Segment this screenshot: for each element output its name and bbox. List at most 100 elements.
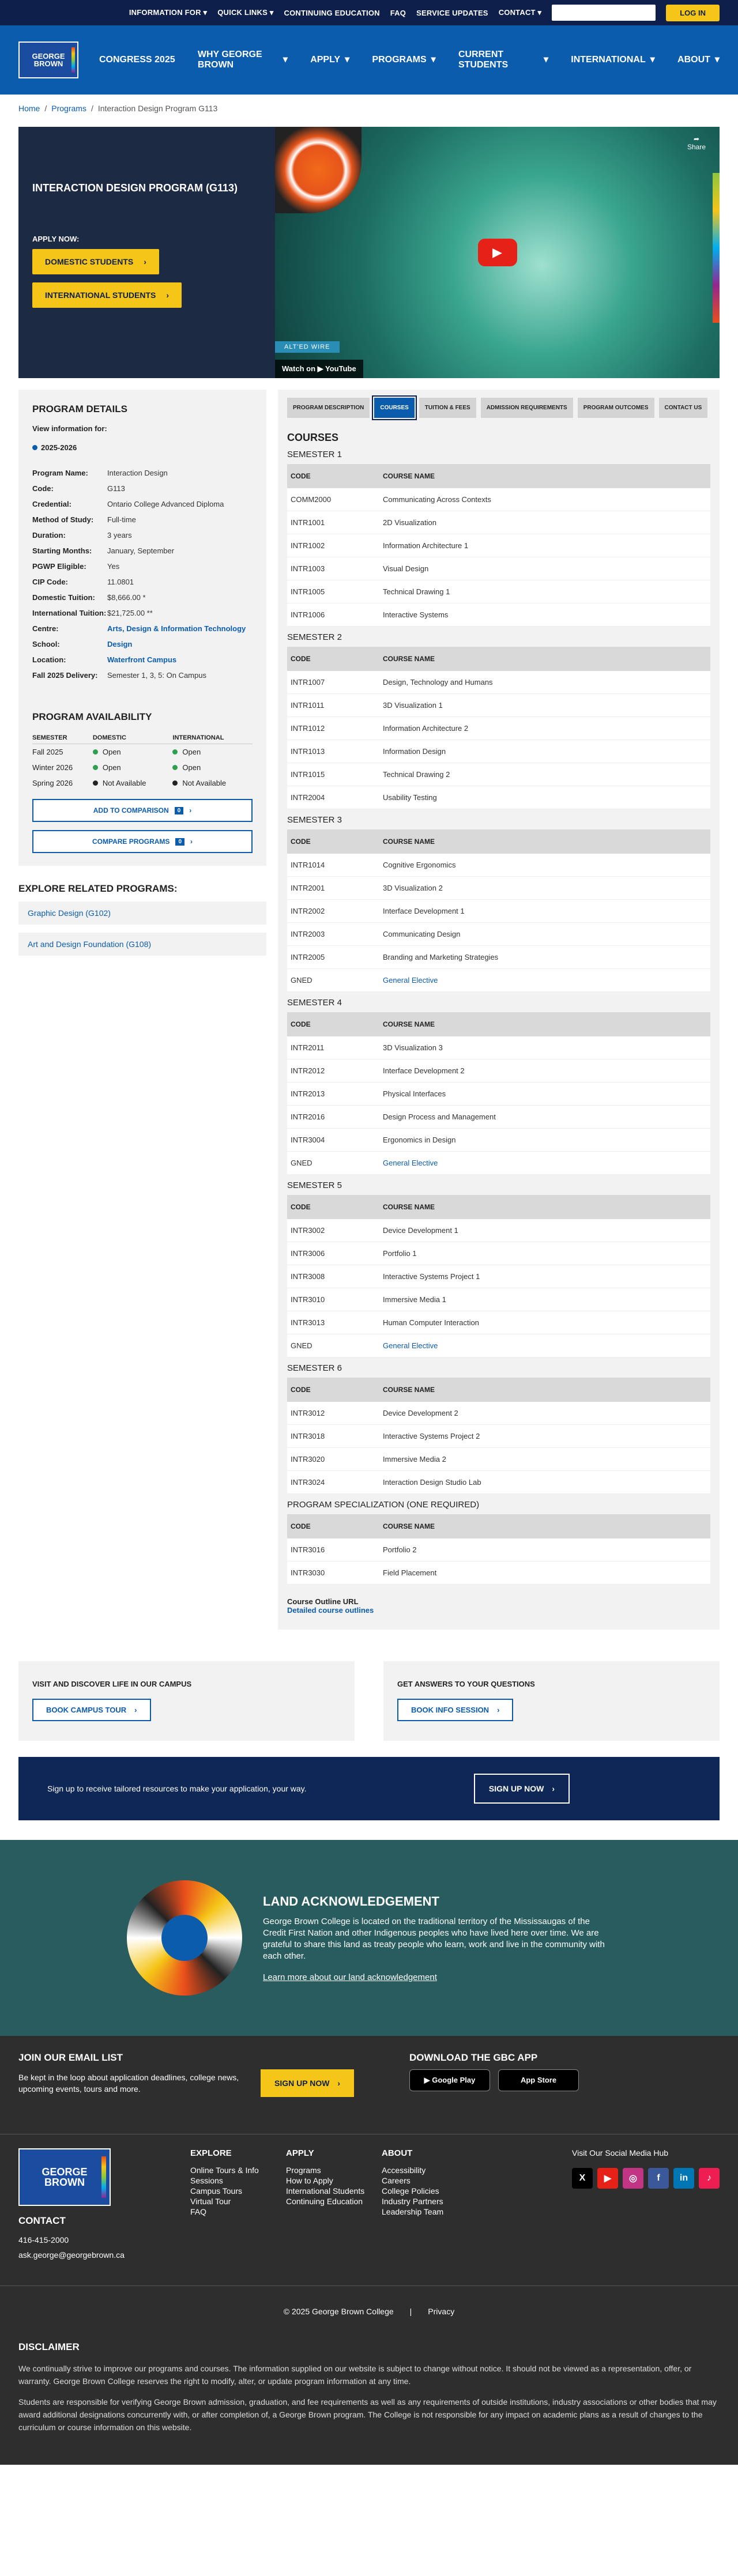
- general-elective-link[interactable]: General Elective: [383, 1341, 438, 1350]
- play-button[interactable]: ▶: [477, 239, 517, 266]
- nav-item[interactable]: APPLY ▾: [310, 50, 349, 70]
- tab-tuition-fees[interactable]: TUITION & FEES: [419, 398, 476, 418]
- topbar-continuing-education[interactable]: CONTINUING EDUCATION: [284, 9, 379, 17]
- instagram-icon[interactable]: ◎: [623, 2168, 643, 2189]
- footer-link[interactable]: College Policies: [382, 2186, 477, 2196]
- tab-contact-us[interactable]: CONTACT US: [658, 398, 708, 418]
- course-name: Technical Drawing 1: [379, 580, 710, 604]
- nav-item[interactable]: INTERNATIONAL ▾: [571, 50, 655, 70]
- book-info-session-button[interactable]: BOOK INFO SESSION ›: [397, 1699, 514, 1721]
- detail-row: Centre: Arts, Design & Information Techno…: [32, 624, 253, 633]
- contact-email[interactable]: ask.george@georgebrown.ca: [18, 2247, 190, 2262]
- sign-up-now-button[interactable]: SIGN UP NOW ›: [473, 1774, 570, 1804]
- app-store-badge[interactable]: App Store: [498, 2069, 579, 2091]
- status-cell: Not Available: [92, 775, 173, 791]
- detail-row: Program Name: Interaction Design: [32, 468, 253, 478]
- nav-item[interactable]: PROGRAMS ▾: [372, 50, 435, 70]
- footer-link[interactable]: Leadership Team: [382, 2207, 477, 2217]
- footer-link[interactable]: International Students: [286, 2186, 382, 2196]
- footer-link[interactable]: Programs: [286, 2165, 382, 2175]
- course-name: 2D Visualization: [379, 511, 710, 534]
- logo-color-bars: [71, 47, 75, 73]
- topbar-service-updates[interactable]: SERVICE UPDATES: [416, 9, 488, 17]
- tab-program-description[interactable]: PROGRAM DESCRIPTION: [287, 398, 370, 418]
- related-program-link[interactable]: Art and Design Foundation (G108): [18, 933, 266, 956]
- footer-link[interactable]: Continuing Education: [286, 2196, 382, 2207]
- land-link[interactable]: Learn more about our land acknowledgemen…: [263, 1972, 437, 1982]
- col-code: CODE: [287, 464, 379, 488]
- footer-link[interactable]: Industry Partners: [382, 2196, 477, 2207]
- footer-link[interactable]: FAQ: [190, 2207, 286, 2217]
- program-video[interactable]: ➦ Share ▶ ALT'ED WIRE Watch on ▶ YouTube: [275, 127, 720, 378]
- footer-link[interactable]: Online Tours & Info Sessions: [190, 2165, 286, 2186]
- footer-logo[interactable]: GEORGE BROWN: [18, 2148, 111, 2206]
- breadcrumb-home[interactable]: Home: [18, 104, 40, 113]
- tab-program-outcomes[interactable]: PROGRAM OUTCOMES: [577, 398, 654, 418]
- year-radio[interactable]: 2025-2026: [32, 443, 253, 452]
- semester-title: SEMESTER 5: [287, 1180, 342, 1190]
- chevron-right-icon: ›: [134, 1706, 137, 1714]
- youtube-icon[interactable]: ▶: [597, 2168, 618, 2189]
- topbar-faq[interactable]: FAQ: [390, 9, 406, 17]
- general-elective-link[interactable]: General Elective: [383, 1159, 438, 1167]
- course-code: INTR3024: [287, 1470, 379, 1494]
- course-name: Portfolio 2: [379, 1538, 710, 1562]
- x-icon[interactable]: X: [572, 2168, 593, 2189]
- footer-link[interactable]: Virtual Tour: [190, 2196, 286, 2207]
- social-heading[interactable]: Visit Our Social Media Hub: [572, 2148, 720, 2158]
- course-row: INTR3013 Human Computer Interaction: [287, 1311, 710, 1334]
- info-session-box: GET ANSWERS TO YOUR QUESTIONS BOOK INFO …: [383, 1661, 720, 1741]
- land-acknowledgement: LAND ACKNOWLEDGEMENT George Brown Colleg…: [0, 1840, 738, 2036]
- detail-value[interactable]: Arts, Design & Information Technology: [107, 624, 246, 633]
- book-campus-tour-button[interactable]: BOOK CAMPUS TOUR ›: [32, 1699, 151, 1721]
- program-tabs: PROGRAM DESCRIPTION COURSES TUITION & FEES…: [287, 395, 710, 420]
- col-code: CODE: [287, 1195, 379, 1219]
- related-program-link[interactable]: Graphic Design (G102): [18, 902, 266, 925]
- linkedin-icon[interactable]: in: [673, 2168, 694, 2189]
- privacy-link[interactable]: Privacy: [428, 2307, 454, 2316]
- email-sign-up-button[interactable]: SIGN UP NOW ›: [261, 2069, 355, 2097]
- contact-phone[interactable]: 416-415-2000: [18, 2232, 190, 2247]
- nav-item[interactable]: CURRENT STUDENTS ▾: [458, 50, 548, 70]
- nav-item[interactable]: WHY GEORGE BROWN ▾: [198, 50, 288, 70]
- tiktok-icon[interactable]: ♪: [699, 2168, 720, 2189]
- nav-item-label: APPLY: [310, 55, 341, 65]
- login-button[interactable]: LOG IN: [666, 4, 720, 21]
- logo-line2: BROWN: [33, 59, 63, 68]
- course-code: GNED: [287, 1151, 379, 1175]
- footer-link[interactable]: How to Apply: [286, 2175, 382, 2186]
- course-code: INTR2016: [287, 1105, 379, 1129]
- george-brown-logo[interactable]: GEORGE BROWN: [18, 42, 78, 78]
- detail-value[interactable]: Design: [107, 639, 132, 649]
- add-to-comparison-button[interactable]: ADD TO COMPARISON 0 ›: [32, 799, 253, 822]
- google-play-badge[interactable]: ▶ Google Play: [409, 2069, 490, 2091]
- detail-value[interactable]: Waterfront Campus: [107, 655, 176, 665]
- detail-key: PGWP Eligible:: [32, 562, 86, 571]
- tab-admission-requirements[interactable]: ADMISSION REQUIREMENTS: [480, 398, 573, 418]
- share-button[interactable]: ➦ Share: [687, 135, 706, 151]
- search-input[interactable]: [552, 5, 656, 21]
- status-text: Not Available: [182, 779, 227, 787]
- nav-item-label: CONGRESS 2025: [99, 55, 175, 65]
- footer-link[interactable]: Campus Tours: [190, 2186, 286, 2196]
- general-elective-link[interactable]: General Elective: [383, 976, 438, 985]
- topbar-quick-links[interactable]: QUICK LINKS ▾: [217, 8, 273, 17]
- breadcrumb-programs[interactable]: Programs: [51, 104, 86, 113]
- detail-key: Centre:: [32, 624, 59, 633]
- tab-courses[interactable]: COURSES: [372, 395, 417, 420]
- topbar-information-for[interactable]: INFORMATION FOR ▾: [129, 8, 207, 17]
- topbar-contact[interactable]: CONTACT ▾: [499, 8, 542, 17]
- status-text: Open: [182, 748, 201, 756]
- nav-item[interactable]: ABOUT ▾: [677, 50, 720, 70]
- nav-item[interactable]: CONGRESS 2025: [99, 50, 175, 70]
- detail-row: Fall 2025 Delivery: Semester 1, 3, 5: On …: [32, 670, 253, 680]
- semester-cell: Spring 2026: [32, 779, 73, 787]
- footer-link[interactable]: Accessibility: [382, 2165, 477, 2175]
- domestic-students-button[interactable]: DOMESTIC STUDENTS ›: [32, 249, 159, 274]
- footer-link[interactable]: Careers: [382, 2175, 477, 2186]
- facebook-icon[interactable]: f: [648, 2168, 669, 2189]
- watch-on-youtube[interactable]: Watch on ▶ YouTube: [275, 360, 363, 378]
- course-outline-link[interactable]: Detailed course outlines: [287, 1606, 710, 1615]
- compare-programs-button[interactable]: COMPARE PROGRAMS 0 ›: [32, 830, 253, 853]
- international-students-button[interactable]: INTERNATIONAL STUDENTS ›: [32, 282, 182, 308]
